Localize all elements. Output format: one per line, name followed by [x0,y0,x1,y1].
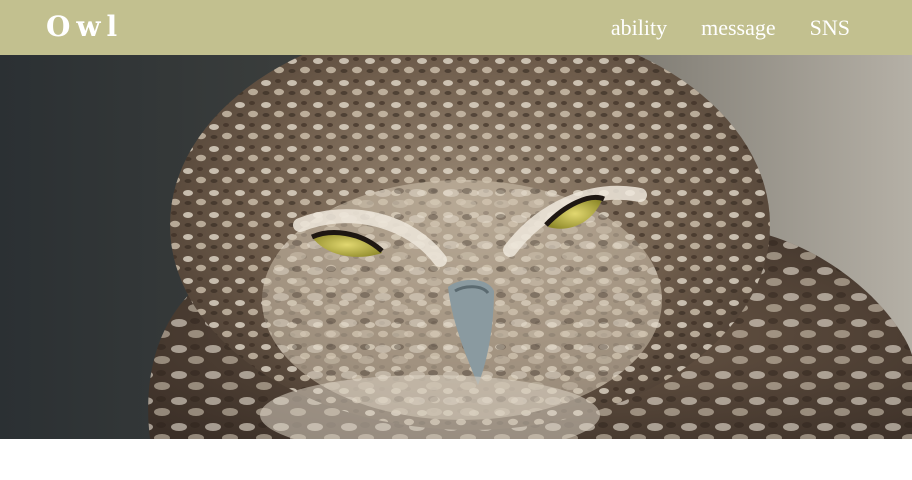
page-content-area [0,439,912,480]
main-nav: ability message SNS [611,14,850,42]
owl-photo [0,55,912,439]
hero-image [0,55,912,439]
site-logo[interactable]: Owl [46,9,123,45]
nav-link-sns[interactable]: SNS [810,14,850,42]
nav-link-message[interactable]: message [701,14,776,42]
site-header: Owl ability message SNS [0,0,912,55]
nav-link-ability[interactable]: ability [611,14,667,42]
